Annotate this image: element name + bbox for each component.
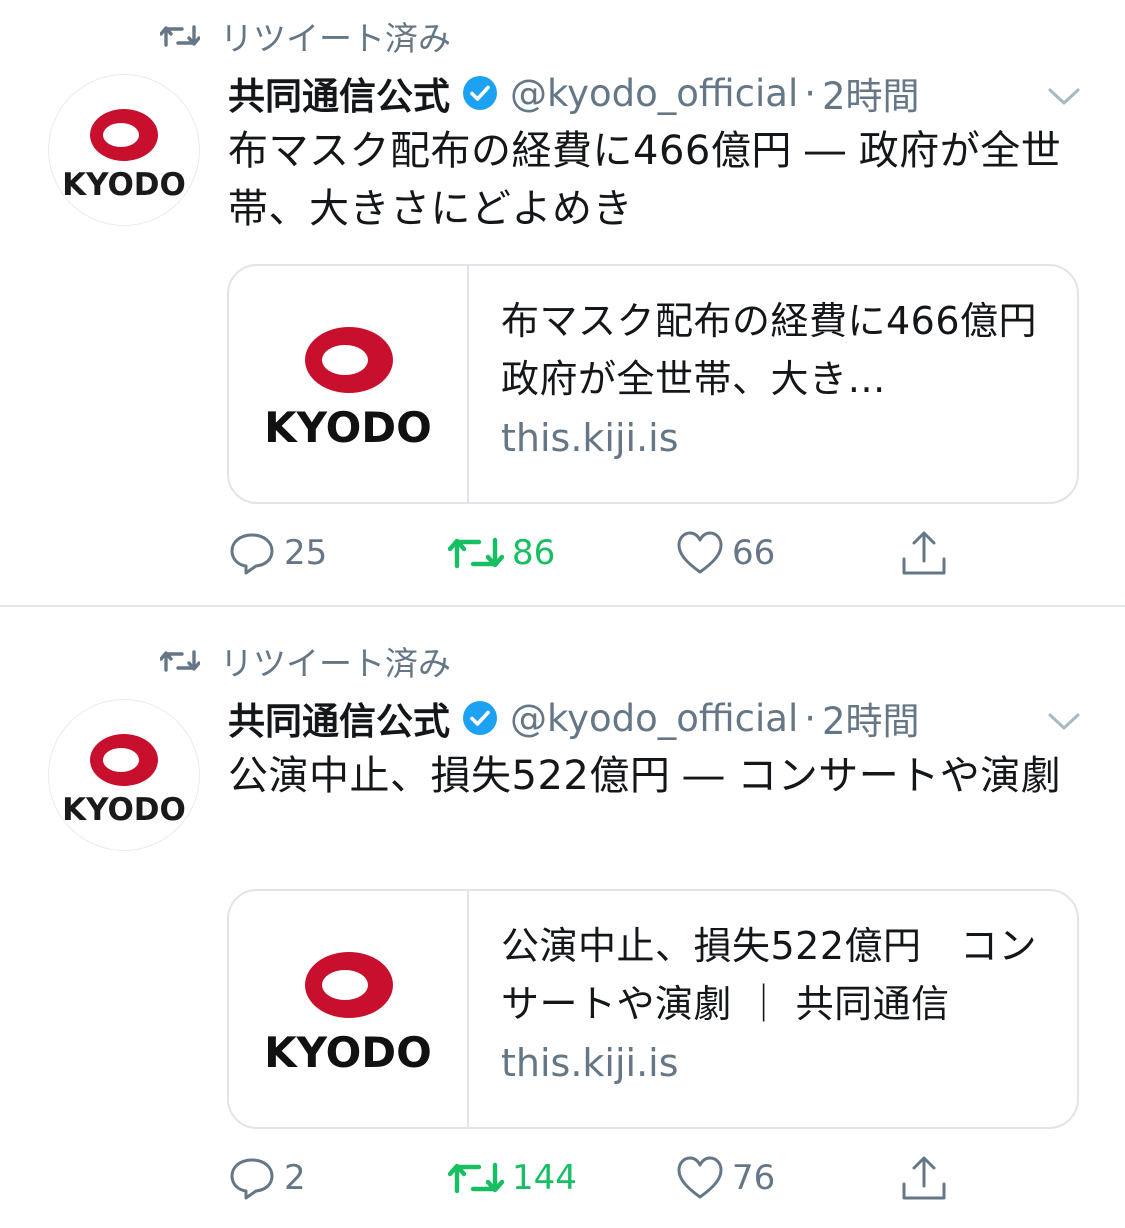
timestamp[interactable]: 2時間 xyxy=(822,691,920,745)
card-title: 公演中止、損失522億円 コンサートや演劇 ｜ 共同通信 xyxy=(501,924,1038,1026)
retweet-count: 144 xyxy=(512,1158,577,1198)
tweet[interactable]: リツイート済み KYODO 共同通信公式 @kyodo_official · 2… xyxy=(0,625,1125,1228)
heart-icon xyxy=(677,531,723,574)
handle[interactable]: @kyodo_official xyxy=(510,72,798,115)
retweet-icon xyxy=(448,1162,504,1194)
share-button[interactable] xyxy=(900,528,948,578)
tweet-text: 布マスク配布の経費に466億円 ― 政府が全世帯、大きさにどよめき xyxy=(228,128,1062,232)
handle[interactable]: @kyodo_official xyxy=(510,697,798,740)
retweet-count: 86 xyxy=(512,533,556,573)
link-card[interactable]: KYODO 公演中止、損失522億円 コンサートや演劇 ｜ 共同通信 this.… xyxy=(227,889,1079,1129)
reply-button[interactable]: 2 xyxy=(228,1153,306,1203)
retweeted-label: リツイート済み xyxy=(220,644,451,683)
avatar-logo-text: KYODO xyxy=(62,792,186,828)
card-title: 布マスク配布の経費に466億円 政府が全世帯、大き… xyxy=(501,299,1076,401)
card-domain: this.kiji.is xyxy=(501,416,679,460)
reply-icon xyxy=(230,1158,274,1200)
chevron-down-icon[interactable] xyxy=(1044,705,1084,735)
reply-button[interactable]: 25 xyxy=(228,528,327,578)
display-name[interactable]: 共同通信公式 xyxy=(228,66,450,120)
chevron-down-icon[interactable] xyxy=(1044,80,1084,110)
retweet-button[interactable]: 144 xyxy=(448,1153,577,1203)
tweet-divider xyxy=(0,605,1125,607)
like-count: 66 xyxy=(732,533,776,573)
retweet-icon xyxy=(160,25,200,47)
separator-dot: · xyxy=(804,71,817,115)
card-logo-text: KYODO xyxy=(264,403,432,452)
tweet[interactable]: リツイート済み KYODO 共同通信公式 @kyodo_official · 2… xyxy=(0,0,1125,605)
avatar-logo-text: KYODO xyxy=(62,167,186,203)
share-icon xyxy=(902,531,946,575)
reply-count: 25 xyxy=(284,533,328,573)
timestamp[interactable]: 2時間 xyxy=(822,66,920,120)
retweet-button[interactable]: 86 xyxy=(448,528,555,578)
tweet-header: 共同通信公式 @kyodo_official · 2時間 xyxy=(228,691,920,745)
link-card[interactable]: KYODO 布マスク配布の経費に466億円 政府が全世帯、大き… this.ki… xyxy=(227,264,1079,504)
verified-badge-icon xyxy=(463,701,497,735)
share-icon xyxy=(902,1156,946,1200)
like-button[interactable]: 76 xyxy=(676,1153,775,1203)
card-domain: this.kiji.is xyxy=(501,1041,679,1085)
verified-badge-icon xyxy=(463,76,497,110)
avatar[interactable]: KYODO xyxy=(48,699,200,851)
reply-count: 2 xyxy=(284,1158,306,1198)
display-name[interactable]: 共同通信公式 xyxy=(228,691,450,745)
tweet-header: 共同通信公式 @kyodo_official · 2時間 xyxy=(228,66,920,120)
retweeted-indicator: リツイート済み xyxy=(160,641,451,683)
reply-icon xyxy=(230,533,274,575)
retweet-icon xyxy=(160,650,200,672)
avatar[interactable]: KYODO xyxy=(48,74,200,226)
like-count: 76 xyxy=(732,1158,776,1198)
like-button[interactable]: 66 xyxy=(676,528,775,578)
card-thumbnail: KYODO xyxy=(229,266,469,502)
retweet-icon xyxy=(448,537,504,569)
card-logo-text: KYODO xyxy=(264,1028,432,1077)
retweeted-indicator: リツイート済み xyxy=(160,16,451,58)
retweeted-label: リツイート済み xyxy=(220,19,451,58)
separator-dot: · xyxy=(804,696,817,740)
card-thumbnail: KYODO xyxy=(229,891,469,1127)
tweet-text: 公演中止、損失522億円 ― コンサートや演劇 xyxy=(228,753,1062,799)
heart-icon xyxy=(677,1156,723,1199)
share-button[interactable] xyxy=(900,1153,948,1203)
